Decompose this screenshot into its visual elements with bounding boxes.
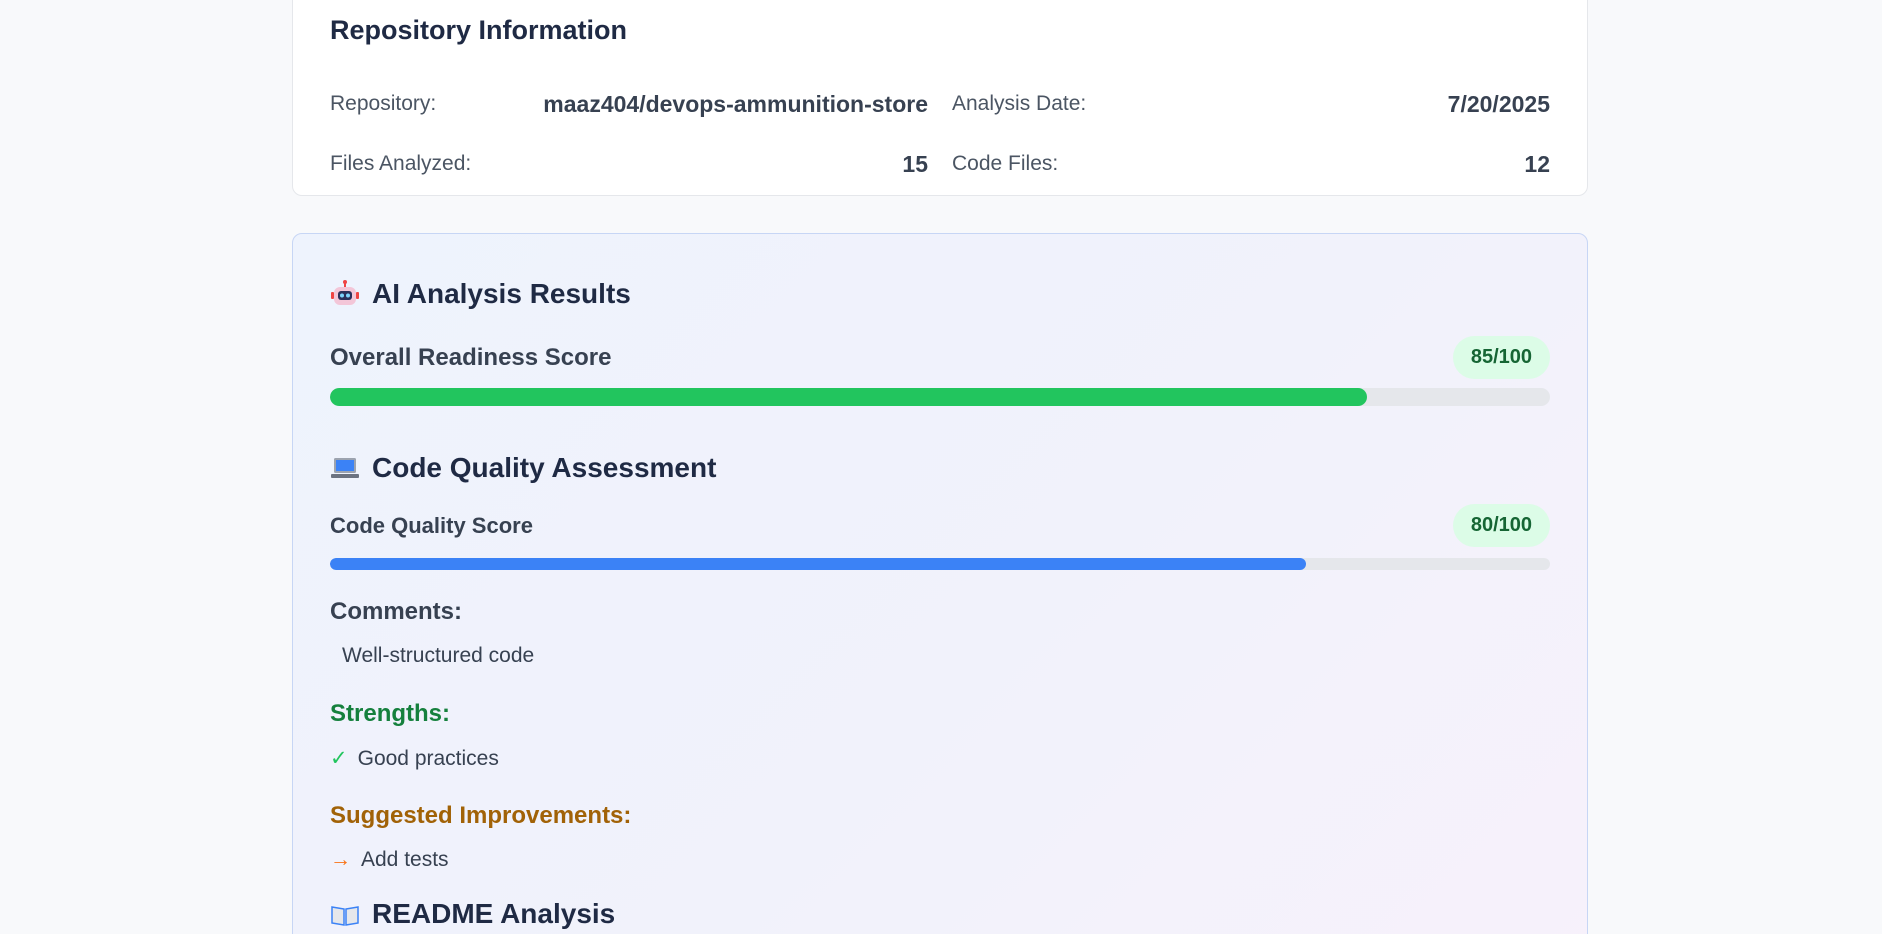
comments-text: Well-structured code [342, 644, 535, 667]
overall-score-bar-fill [330, 388, 1367, 406]
repository-label: Repository: [330, 92, 437, 115]
improvement-list-item: → Add tests [330, 848, 449, 872]
page: Repository Information Repository: maaz4… [0, 0, 1882, 934]
repository-value: maaz404/devops-ammunition-store [543, 90, 928, 117]
strengths-heading: Strengths: [330, 700, 450, 727]
overall-score-bar [330, 388, 1550, 406]
open-book-icon [331, 906, 359, 926]
overall-score-label: Overall Readiness Score [330, 343, 612, 371]
info-row-files-analyzed: Files Analyzed: 15 [330, 134, 928, 194]
info-row-repository: Repository: maaz404/devops-ammunition-st… [330, 74, 928, 134]
code-quality-heading: Code Quality Assessment [330, 452, 716, 484]
readme-title: README Analysis [372, 898, 616, 929]
code-quality-score-row: Code Quality Score 80/100 [330, 504, 1550, 547]
laptop-icon [331, 458, 359, 478]
check-icon: ✓ [330, 747, 348, 770]
repository-info-card: Repository Information Repository: maaz4… [292, 0, 1588, 196]
code-files-label: Code Files: [952, 152, 1059, 175]
code-quality-score-badge: 80/100 [1452, 504, 1550, 547]
improvements-heading: Suggested Improvements: [330, 802, 632, 829]
repository-info-title: Repository Information [330, 15, 628, 45]
code-quality-score-label: Code Quality Score [330, 512, 533, 538]
arrow-right-icon: → [330, 848, 351, 871]
info-row-analysis-date: Analysis Date: 7/20/2025 [952, 74, 1550, 134]
comments-heading: Comments: [330, 598, 463, 625]
ai-analysis-title: AI Analysis Results [372, 278, 631, 309]
analysis-date-value: 7/20/2025 [1447, 90, 1550, 117]
improvement-text: Add tests [361, 848, 449, 871]
info-row-code-files: Code Files: 12 [952, 134, 1550, 194]
robot-icon [331, 280, 359, 305]
strength-text: Good practices [357, 747, 499, 770]
overall-score-badge: 85/100 [1452, 336, 1550, 379]
repository-info-grid: Repository: maaz404/devops-ammunition-st… [330, 74, 1550, 194]
ai-analysis-card: AI Analysis Results Overall Readiness Sc… [292, 233, 1588, 934]
overall-score-row: Overall Readiness Score 85/100 [330, 336, 1550, 379]
readme-heading: README Analysis [330, 898, 615, 930]
code-quality-title: Code Quality Assessment [372, 452, 717, 483]
strength-list-item: ✓ Good practices [330, 746, 499, 771]
code-files-value: 12 [1524, 150, 1550, 177]
ai-analysis-heading: AI Analysis Results [330, 278, 631, 310]
analysis-date-label: Analysis Date: [952, 92, 1087, 115]
code-quality-score-bar-fill [330, 558, 1306, 570]
files-analyzed-label: Files Analyzed: [330, 152, 472, 175]
code-quality-score-bar [330, 558, 1550, 570]
files-analyzed-value: 15 [902, 150, 928, 177]
